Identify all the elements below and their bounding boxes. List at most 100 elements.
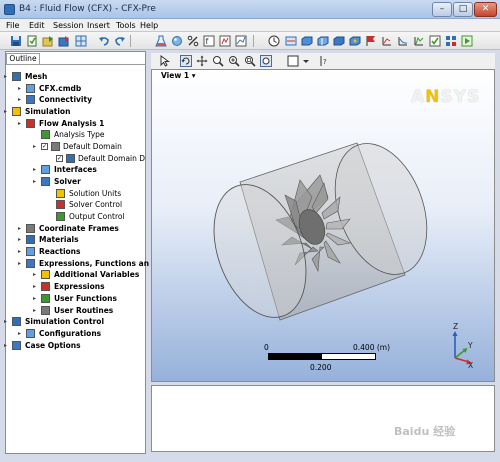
new-icon[interactable] [26,35,38,47]
expand-toggle-icon[interactable]: ▸ [4,343,10,349]
menu-edit[interactable]: Edit [29,20,45,31]
expand-toggle-icon[interactable]: ▸ [4,74,10,80]
check-icon[interactable] [429,35,441,47]
tree-item-solver[interactable]: Solver [54,176,81,187]
expand-toggle-icon[interactable]: ▸ [18,226,24,232]
tree-item-default-domain[interactable]: Default Domain [63,141,122,152]
expression-icon[interactable]: f [203,35,215,47]
domain-icon[interactable] [301,35,313,47]
expand-toggle-icon[interactable]: ▸ [18,249,24,255]
tree-item-reactions[interactable]: Reactions [39,246,80,257]
pan-icon[interactable] [196,55,208,67]
tree-item-default-domain-d[interactable]: Default Domain D [78,153,145,164]
material-icon[interactable] [171,35,183,47]
expand-toggle-icon[interactable]: ▸ [33,272,39,278]
tree-item-user-routines[interactable]: User Routines [54,305,113,316]
undo-icon[interactable] [98,35,110,47]
source-icon[interactable] [349,35,361,47]
output-icon[interactable] [413,35,425,47]
maximize-button[interactable]: □ [453,2,473,17]
menu-insert[interactable]: Insert [87,20,110,31]
expand-toggle-icon[interactable]: ▸ [33,167,39,173]
user-function-icon[interactable] [219,35,231,47]
expand-toggle-icon[interactable]: ▸ [33,308,39,314]
run-icon[interactable] [461,35,473,47]
tree-item-analysis-type[interactable]: Analysis Type [54,129,105,140]
expand-toggle-icon[interactable] [48,214,54,220]
minimize-button[interactable]: – [432,2,452,17]
expand-toggle-icon[interactable]: ▸ [18,121,24,127]
expand-toggle-icon[interactable]: ▸ [33,179,39,185]
save-icon[interactable] [10,35,22,47]
visibility-checkbox[interactable]: ✓ [41,143,48,150]
view-selector[interactable]: View 1 ▾ [161,71,195,81]
expand-toggle-icon[interactable]: ▸ [18,237,24,243]
expand-toggle-icon[interactable] [48,202,54,208]
tree-item-user-functions[interactable]: User Functions [54,293,117,304]
tree-item-configurations[interactable]: Configurations [39,328,101,339]
tree-item-case-options[interactable]: Case Options [25,340,81,351]
expand-toggle-icon[interactable]: ▸ [4,109,10,115]
tree-item-cfx-cmdb[interactable]: CFX.cmdb [39,83,81,94]
expand-toggle-icon[interactable]: ▸ [18,261,24,267]
clock-icon[interactable] [268,35,280,47]
tree-item-coordinate-frames[interactable]: Coordinate Frames [39,223,119,234]
turbine-cylinder-model[interactable] [200,125,430,325]
expand-toggle-icon[interactable]: ▸ [18,97,24,103]
select-icon[interactable] [159,55,171,67]
expand-toggle-icon[interactable]: ▸ [18,86,24,92]
interface-icon[interactable] [317,35,329,47]
tree-item-interfaces[interactable]: Interfaces [54,164,97,175]
tree-item-solver-control[interactable]: Solver Control [69,199,122,210]
mesh-icon[interactable] [75,35,87,47]
redo-icon[interactable] [114,35,126,47]
flask-icon[interactable] [155,35,167,47]
case-options-icon [12,341,21,350]
zoom-in-icon[interactable] [228,55,240,67]
menu-file[interactable]: File [6,20,19,31]
tree-item-materials[interactable]: Materials [39,234,79,245]
boundary-icon[interactable] [285,35,297,47]
tab-outline[interactable]: Outline [6,53,40,64]
tree-item-simulation[interactable]: Simulation [25,106,70,117]
close-button[interactable]: ✕ [474,2,497,17]
visibility-checkbox[interactable]: ✓ [56,155,63,162]
import-icon[interactable] [42,35,54,47]
monitor-icon[interactable] [381,35,393,47]
graph-icon[interactable] [397,35,409,47]
expand-toggle-icon[interactable]: ▸ [33,296,39,302]
show-help-icon[interactable]: ? [319,55,331,67]
grid-icon[interactable] [445,35,457,47]
expand-toggle-icon[interactable]: ▸ [33,284,39,290]
viewport-layout-icon[interactable] [287,55,299,67]
zoom-icon[interactable] [212,55,224,67]
menu-help[interactable]: Help [140,20,158,31]
expand-toggle-icon[interactable]: ▸ [33,144,39,150]
menu-tools[interactable]: Tools [116,20,136,31]
flag-icon[interactable] [365,35,377,47]
tree-item-mesh[interactable]: Mesh [25,71,47,82]
tree-item-solution-units[interactable]: Solution Units [69,188,121,199]
subdomain-icon[interactable] [333,35,345,47]
tree-item-expressions-functions-an[interactable]: Expressions, Functions an [39,258,149,269]
tree-item-output-control[interactable]: Output Control [69,211,125,222]
expand-toggle-icon[interactable] [48,156,54,162]
chart-icon[interactable] [235,35,247,47]
tree-item-connectivity[interactable]: Connectivity [39,94,92,105]
chevron-down-icon[interactable] [300,55,312,67]
tree-item-additional-variables[interactable]: Additional Variables [54,269,139,280]
expand-toggle-icon[interactable]: ▸ [4,319,10,325]
expand-toggle-icon[interactable] [33,132,39,138]
export-icon[interactable] [58,35,70,47]
fit-view-icon[interactable] [260,55,272,67]
message-panel[interactable] [151,385,495,452]
tree-item-simulation-control[interactable]: Simulation Control [25,316,104,327]
expand-toggle-icon[interactable] [48,191,54,197]
tree-item-flow-analysis-1[interactable]: Flow Analysis 1 [39,118,104,129]
tree-item-expressions[interactable]: Expressions [54,281,105,292]
percent-icon[interactable] [187,35,199,47]
expand-toggle-icon[interactable]: ▸ [18,331,24,337]
rotate-icon[interactable] [180,55,192,67]
menu-session[interactable]: Session [53,20,84,31]
zoom-box-icon[interactable] [244,55,256,67]
